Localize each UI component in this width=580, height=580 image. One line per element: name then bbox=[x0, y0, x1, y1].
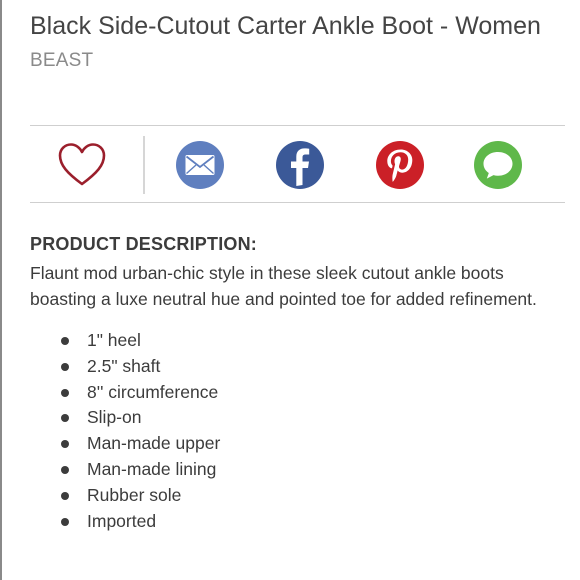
heart-icon bbox=[58, 143, 106, 186]
list-item: Man-made upper bbox=[30, 431, 560, 457]
bullet-icon bbox=[61, 440, 69, 449]
facebook-icon bbox=[276, 141, 324, 189]
feature-text: 2.5" shaft bbox=[87, 355, 161, 376]
bullet-icon bbox=[61, 388, 69, 397]
product-brand[interactable]: BEAST bbox=[30, 50, 570, 72]
message-share-button[interactable] bbox=[473, 140, 523, 190]
bullet-icon bbox=[61, 337, 69, 345]
product-description: PRODUCT DESCRIPTION: Flaunt mod urban-ch… bbox=[30, 234, 560, 534]
feature-text: Slip-on bbox=[87, 407, 142, 428]
left-edge-rule bbox=[0, 0, 2, 580]
share-bar bbox=[30, 125, 565, 203]
feature-list: 1" heel 2.5" shaft 8'' circumference Sli… bbox=[30, 328, 560, 534]
share-divider bbox=[143, 136, 145, 194]
bullet-icon bbox=[61, 414, 69, 423]
product-title: Black Side-Cutout Carter Ankle Boot - Wo… bbox=[30, 12, 541, 40]
bullet-icon bbox=[61, 362, 69, 371]
bullet-icon bbox=[61, 465, 69, 474]
list-item: Man-made lining bbox=[30, 457, 560, 483]
pinterest-share-button[interactable] bbox=[375, 140, 425, 190]
facebook-share-button[interactable] bbox=[275, 140, 325, 190]
bullet-icon bbox=[61, 491, 69, 500]
email-share-button[interactable] bbox=[175, 140, 225, 190]
feature-text: Rubber sole bbox=[87, 484, 182, 505]
list-item: Slip-on bbox=[30, 405, 560, 431]
list-item: 1" heel bbox=[30, 328, 560, 354]
description-heading: PRODUCT DESCRIPTION: bbox=[30, 234, 258, 254]
chat-bubble-icon bbox=[474, 141, 522, 189]
pinterest-icon bbox=[376, 141, 424, 189]
list-item: Imported bbox=[30, 509, 560, 535]
feature-text: 1" heel bbox=[87, 330, 141, 350]
list-item: Rubber sole bbox=[30, 483, 560, 509]
feature-text: Imported bbox=[87, 510, 157, 531]
feature-text: Man-made upper bbox=[87, 433, 221, 454]
favorite-button[interactable] bbox=[57, 140, 107, 190]
list-item: 8'' circumference bbox=[30, 380, 560, 406]
feature-text: 8'' circumference bbox=[87, 381, 219, 402]
list-item: 2.5" shaft bbox=[30, 354, 560, 380]
product-header: Black Side-Cutout Carter Ankle Boot - Wo… bbox=[30, 12, 570, 72]
envelope-icon bbox=[176, 141, 224, 189]
description-body: Flaunt mod urban-chic style in these sle… bbox=[30, 263, 537, 309]
feature-text: Man-made lining bbox=[87, 458, 217, 479]
bullet-icon bbox=[61, 517, 69, 526]
